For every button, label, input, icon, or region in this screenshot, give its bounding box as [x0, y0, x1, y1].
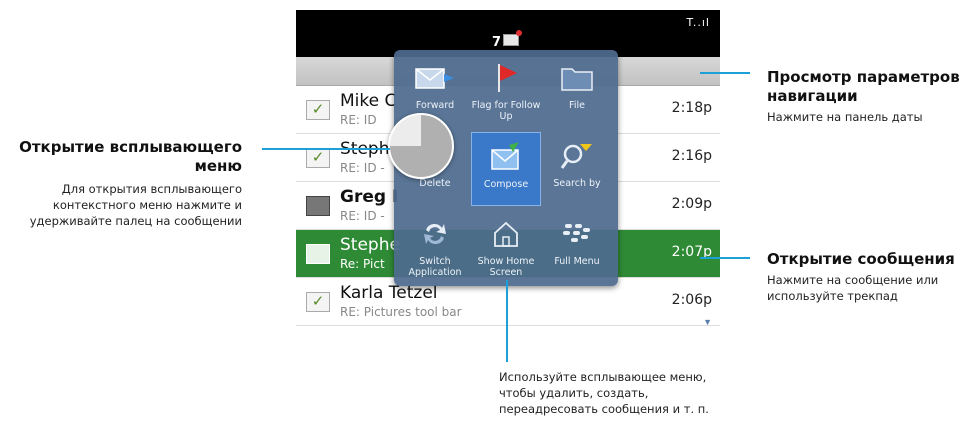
message-time: 2:16p — [671, 148, 712, 164]
search-label: Search by — [553, 178, 601, 189]
file-button[interactable]: File — [542, 54, 612, 128]
delete-label: Delete — [419, 178, 451, 189]
full-menu-label: Full Menu — [554, 256, 600, 267]
message-time: 2:18p — [671, 100, 712, 116]
file-label: File — [569, 100, 585, 111]
opened-check-icon: ✓ — [306, 100, 330, 120]
sender-name: Stephe — [340, 235, 400, 255]
show-home-screen-label: Show Home Screen — [477, 256, 535, 278]
unread-envelope-icon — [306, 196, 330, 216]
search-button[interactable]: Search by — [542, 132, 612, 206]
message-subject: Re: Pict — [340, 257, 385, 271]
message-subject: RE: ID - — [340, 161, 385, 175]
full-menu-button[interactable]: Full Menu — [542, 210, 612, 284]
press-hold-indicator — [388, 113, 454, 179]
sender-name: Karla Tetzel — [340, 283, 438, 303]
popup-callout-text: Для открытия всплывающего контекстного м… — [29, 182, 242, 228]
folder-icon — [542, 62, 612, 94]
opened-check-icon: ✓ — [306, 292, 330, 312]
notification-count: 7 — [492, 35, 502, 50]
forward-label: Forward — [415, 100, 455, 111]
switch-app-icon — [400, 218, 470, 250]
message-time: 2:06p — [671, 292, 712, 308]
forward-icon — [400, 62, 470, 94]
search-icon — [542, 140, 612, 172]
open-callout-text: Нажмите на сообщение или используйте тре… — [767, 273, 939, 303]
flag-icon — [471, 62, 541, 94]
message-notification[interactable]: 7 — [492, 30, 523, 50]
message-subject: RE: Pictures tool bar — [340, 305, 462, 319]
flag-label: Flag for Follow Up — [471, 100, 541, 122]
callout-line-bottom — [506, 280, 508, 362]
message-time: 2:09p — [671, 196, 712, 212]
flag-button[interactable]: Flag for Follow Up — [471, 54, 541, 128]
signal-indicator: T..ıl — [686, 16, 710, 29]
home-icon — [471, 218, 541, 250]
message-subject: RE: ID - — [340, 209, 385, 223]
popup-callout-title: Открытие всплывающего меню — [19, 138, 242, 175]
switch-application-label: Switch Application — [408, 256, 462, 278]
compose-label: Compose — [483, 179, 529, 190]
bottom-callout-text: Используйте всплывающее меню, чтобы удал… — [499, 370, 709, 416]
message-subject: RE: ID — [340, 113, 377, 127]
compose-button[interactable]: Compose — [471, 132, 541, 206]
open-envelope-icon — [306, 244, 330, 264]
sender-name: Greg I — [340, 187, 399, 207]
blackberry-menu-icon — [542, 218, 612, 250]
compose-icon — [472, 141, 540, 173]
sender-name: Mike C — [340, 91, 397, 111]
open-callout-title: Открытие сообщения — [767, 250, 955, 268]
nav-callout-title: Просмотр параметров навигации — [767, 68, 960, 105]
scroll-down-icon[interactable]: ▼ — [703, 317, 712, 327]
show-home-screen-button[interactable]: Show Home Screen — [471, 210, 541, 284]
envelope-icon — [503, 30, 523, 46]
nav-callout-text: Нажмите на панель даты — [767, 110, 923, 124]
callout-line-open — [700, 257, 750, 259]
callout-line-nav — [700, 72, 750, 74]
opened-check-icon: ✓ — [306, 148, 330, 168]
callout-line-popup — [262, 148, 390, 150]
switch-application-button[interactable]: Switch Application — [400, 210, 470, 284]
